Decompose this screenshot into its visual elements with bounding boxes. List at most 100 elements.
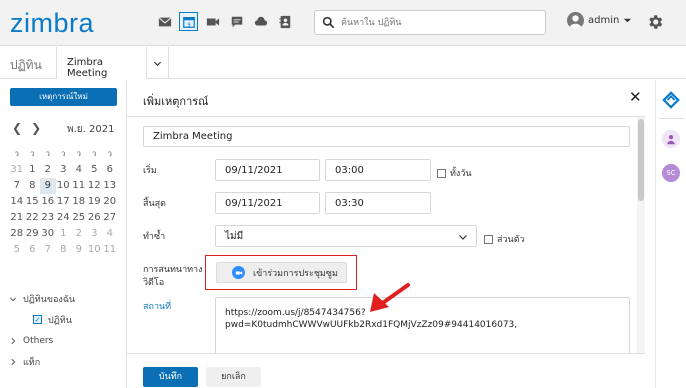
calendar-day[interactable]: 22 bbox=[25, 210, 41, 226]
end-date-input[interactable]: 09/11/2021 bbox=[215, 192, 320, 214]
month-nav: ❮ ❯ bbox=[12, 121, 50, 135]
calendar-day[interactable]: 4 bbox=[102, 226, 118, 242]
calendar-day[interactable]: 19 bbox=[87, 194, 103, 210]
end-time-input[interactable]: 03:30 bbox=[325, 192, 431, 214]
repeat-value: ไม่มี bbox=[225, 230, 244, 242]
cloud-icon[interactable] bbox=[252, 13, 269, 30]
calendar-day[interactable]: 29 bbox=[25, 226, 41, 242]
repeat-select[interactable]: ไม่มี bbox=[215, 225, 477, 247]
close-icon[interactable]: ✕ bbox=[629, 88, 642, 106]
prev-month-icon[interactable]: ❮ bbox=[12, 121, 22, 135]
calendar-day[interactable]: 11 bbox=[71, 178, 87, 194]
calendar-day[interactable]: 28 bbox=[9, 226, 25, 242]
calendar-day[interactable]: 2 bbox=[40, 162, 56, 178]
weekday-label: ว bbox=[92, 149, 97, 158]
save-button[interactable]: บันทึก bbox=[143, 367, 198, 387]
app-title[interactable]: ปฏิทิน bbox=[10, 56, 42, 75]
calendar-day[interactable]: 12 bbox=[87, 178, 103, 194]
rail-divider bbox=[659, 118, 684, 119]
tab-zimbra-meeting[interactable]: Zimbra Meeting bbox=[56, 47, 147, 79]
calendar-day[interactable]: 11 bbox=[102, 242, 118, 258]
mini-calendar: ววววววว 31 1 2 3 4 5 6 7 8 9 10 11 12 13 14 15 16 17 18 19 20… bbox=[9, 146, 118, 258]
calendar-day[interactable]: 20 bbox=[102, 194, 118, 210]
calendar-day[interactable]: 6 bbox=[25, 242, 41, 258]
calendar-day[interactable]: 10 bbox=[56, 178, 72, 194]
calendar-day[interactable]: 14 bbox=[9, 194, 25, 210]
contact-avatar[interactable] bbox=[662, 130, 680, 148]
join-zoom-button[interactable]: เข้าร่วมการประชุมซูม bbox=[216, 262, 347, 283]
contacts-icon[interactable] bbox=[276, 13, 293, 30]
cancel-button[interactable]: ยกเลิก bbox=[206, 367, 261, 387]
user-menu[interactable]: admin bbox=[567, 12, 632, 29]
calendar-day[interactable]: 5 bbox=[87, 162, 103, 178]
calendar-day[interactable]: 10 bbox=[87, 242, 103, 258]
checkbox-box[interactable] bbox=[437, 168, 446, 178]
calendar-day[interactable]: 7 bbox=[40, 242, 56, 258]
start-time-input[interactable]: 03:00 bbox=[325, 159, 431, 181]
all-day-checkbox[interactable]: ทั้งวัน bbox=[437, 166, 472, 180]
location-input[interactable]: https://zoom.us/j/8547434756? pwd=K0tudm… bbox=[215, 297, 630, 355]
my-calendars-folder[interactable]: ปฏิทินของฉัน bbox=[9, 288, 75, 309]
calendar-day[interactable]: 3 bbox=[56, 162, 72, 178]
search-icon bbox=[322, 16, 335, 29]
calendar-item[interactable]: ✓ ปฏิทิน bbox=[9, 309, 75, 330]
checkbox-box[interactable] bbox=[484, 234, 493, 244]
app-switcher: 9 bbox=[156, 12, 293, 31]
location-label[interactable]: สถานที่ bbox=[143, 299, 171, 313]
mail-icon[interactable] bbox=[156, 13, 173, 30]
gear-icon[interactable] bbox=[646, 13, 664, 31]
weekday-label: ว bbox=[30, 149, 35, 158]
calendar-day[interactable]: 15 bbox=[25, 194, 41, 210]
calendar-day-today[interactable]: 9 bbox=[40, 178, 56, 194]
calendar-day[interactable]: 18 bbox=[71, 194, 87, 210]
calendar-day[interactable]: 5 bbox=[9, 242, 25, 258]
search-box[interactable] bbox=[314, 10, 546, 35]
subject-input[interactable]: Zimbra Meeting bbox=[143, 126, 630, 147]
chat-icon[interactable] bbox=[228, 13, 245, 30]
calendar-week-row: 21 22 23 24 25 26 27 bbox=[9, 210, 118, 226]
private-checkbox[interactable]: ส่วนตัว bbox=[484, 232, 525, 246]
calendar-day[interactable]: 8 bbox=[56, 242, 72, 258]
others-label: Others bbox=[23, 335, 54, 346]
others-folder[interactable]: Others bbox=[9, 330, 75, 351]
calendar-day[interactable]: 21 bbox=[9, 210, 25, 226]
calendar-day[interactable]: 4 bbox=[71, 162, 87, 178]
calendar-day[interactable]: 1 bbox=[25, 162, 41, 178]
calendar-day[interactable]: 13 bbox=[102, 178, 118, 194]
calendar-day[interactable]: 6 bbox=[102, 162, 118, 178]
calendar-checkbox[interactable]: ✓ bbox=[33, 315, 42, 324]
tab-menu-button[interactable] bbox=[147, 47, 169, 79]
end-label: สิ้นสุด bbox=[143, 199, 166, 209]
new-event-button[interactable]: เหตุการณ์ใหม่ bbox=[10, 88, 117, 106]
user-name: admin bbox=[588, 15, 620, 26]
calendar-day[interactable]: 24 bbox=[56, 210, 72, 226]
calendar-day[interactable]: 27 bbox=[102, 210, 118, 226]
calendar-day[interactable]: 23 bbox=[40, 210, 56, 226]
calendar-day[interactable]: 17 bbox=[56, 194, 72, 210]
calendar-icon[interactable]: 9 bbox=[179, 12, 198, 31]
zimbra-connect-icon[interactable] bbox=[662, 91, 680, 109]
calendar-day[interactable]: 8 bbox=[25, 178, 41, 194]
calendar-day[interactable]: 31 bbox=[9, 162, 25, 178]
start-date-input[interactable]: 09/11/2021 bbox=[215, 159, 320, 181]
scrollbar-thumb[interactable] bbox=[638, 119, 644, 201]
tags-label: แท็ก bbox=[23, 357, 41, 368]
calendar-day[interactable]: 3 bbox=[87, 226, 103, 242]
zimbra-logo[interactable]: zimbra bbox=[10, 8, 94, 39]
calendar-day[interactable]: 7 bbox=[9, 178, 25, 194]
search-input[interactable] bbox=[341, 14, 541, 31]
tags-folder[interactable]: แท็ก bbox=[9, 351, 75, 372]
video-icon[interactable] bbox=[204, 13, 221, 30]
calendar-day[interactable]: 16 bbox=[40, 194, 56, 210]
calendar-week-row: 31 1 2 3 4 5 6 bbox=[9, 162, 118, 178]
contact-avatar-initials[interactable]: SC bbox=[662, 164, 680, 182]
calendar-day[interactable]: 26 bbox=[87, 210, 103, 226]
calendar-day[interactable]: 1 bbox=[56, 226, 72, 242]
dialog-scrollbar[interactable] bbox=[637, 117, 645, 353]
calendar-day[interactable]: 9 bbox=[71, 242, 87, 258]
calendar-day[interactable]: 30 bbox=[40, 226, 56, 242]
my-calendars-label: ปฏิทินของฉัน bbox=[23, 294, 76, 305]
calendar-day[interactable]: 2 bbox=[71, 226, 87, 242]
next-month-icon[interactable]: ❯ bbox=[31, 121, 41, 135]
calendar-day[interactable]: 25 bbox=[71, 210, 87, 226]
